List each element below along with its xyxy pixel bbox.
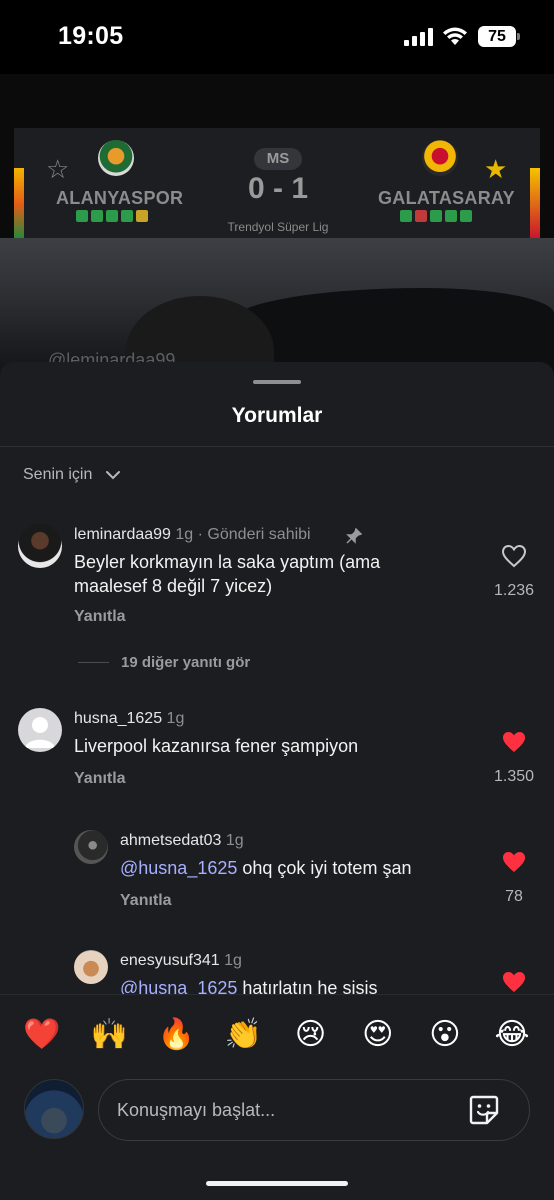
comment-age: 1g (224, 952, 242, 969)
heart-filled-icon[interactable] (501, 850, 527, 874)
avatar[interactable] (74, 830, 108, 864)
wifi-icon (443, 27, 467, 45)
sheet-grabber[interactable] (253, 380, 301, 384)
scoreboard: ☆ ★ MS 0 - 1 ALANYASPOR GALATASARAY Tren… (14, 128, 540, 240)
cellular-signal-icon (404, 28, 433, 46)
comment-age: 1g (166, 710, 185, 727)
view-more-replies-button[interactable]: 19 diğer yanıtı gör (78, 654, 250, 671)
form-win-icon (76, 210, 88, 222)
emoji-reaction-button[interactable]: 🙌 (89, 1015, 129, 1055)
chevron-down-icon (106, 471, 121, 480)
reply-text: @husna_1625 hatırlatın he sisis (120, 976, 470, 994)
reply-text-body: ohq çok iyi totem şan (237, 858, 412, 878)
match-score: 0 - 1 (247, 172, 309, 205)
comment-age: 1g (175, 526, 194, 543)
home-indicator (206, 1181, 348, 1186)
sheet-title: Yorumlar (231, 404, 323, 427)
sheet-divider (0, 446, 554, 447)
away-team-name: GALATASARAY (378, 188, 515, 208)
username-text: husna_1625 (74, 710, 163, 727)
reply-button[interactable]: Yanıtla (74, 770, 126, 788)
mention-link[interactable]: @husna_1625 (120, 978, 237, 994)
battery-icon: 75 (478, 26, 516, 47)
sticker-icon[interactable] (467, 1093, 501, 1127)
form-loss-icon (415, 210, 427, 222)
default-avatar-icon (25, 717, 55, 748)
more-replies-label: 19 diğer yanıtı gör (121, 654, 251, 671)
reply-button[interactable]: Yanıtla (120, 892, 172, 910)
emoji-reaction-button[interactable]: 👏 (223, 1015, 263, 1055)
comment-text: Liverpool kazanırsa fener şampiyon (74, 736, 359, 756)
status-bar: 19:05 75 (0, 0, 554, 74)
home-team-name: ALANYASPOR (56, 188, 184, 208)
emoji-reaction-button[interactable]: ❤️ (22, 1015, 62, 1055)
comment-filter-dropdown[interactable]: Senin için (23, 466, 121, 484)
reply-item: enesyusuf341 1g @husna_1625 hatırlatın h… (0, 948, 554, 994)
like-count: 78 (505, 888, 523, 905)
emoji-reaction-button[interactable]: 😂 (492, 1015, 532, 1055)
replies-line (78, 662, 109, 663)
home-color-stripe (14, 168, 24, 240)
match-status-badge: MS (254, 148, 302, 170)
comment-username[interactable]: leminardaa99 1g · Gönderi sahibi (74, 526, 311, 544)
author-badge: · Gönderi sahibi (197, 526, 311, 543)
form-win-icon (91, 210, 103, 222)
heart-filled-icon[interactable] (501, 970, 527, 994)
reply-item: ahmetsedat03 1g @husna_1625 ohq çok iyi … (0, 828, 554, 918)
video-background[interactable]: ☆ ★ MS 0 - 1 ALANYASPOR GALATASARAY Tren… (0, 74, 554, 374)
like-count: 1.350 (493, 768, 535, 785)
pin-icon (346, 528, 362, 544)
status-time: 19:05 (58, 22, 124, 50)
reply-text-body: hatırlatın he sisis (237, 978, 378, 994)
form-win-icon (121, 210, 133, 222)
comment-input[interactable]: Konuşmayı başlat... (98, 1079, 530, 1141)
username-text: ahmetsedat03 (120, 832, 222, 849)
filter-label: Senin için (23, 466, 93, 483)
reply-username[interactable]: enesyusuf341 1g (120, 952, 242, 970)
emoji-reaction-button[interactable]: 🔥 (156, 1015, 196, 1055)
form-win-icon (445, 210, 457, 222)
mention-link[interactable]: @husna_1625 (120, 858, 237, 878)
form-win-icon (400, 210, 412, 222)
star-outline-icon: ☆ (46, 154, 70, 184)
form-win-icon (460, 210, 472, 222)
league-name: Trendyol Süper Lig (227, 220, 329, 234)
like-count: 1.236 (493, 582, 535, 599)
username-text: leminardaa99 (74, 526, 171, 543)
form-win-icon (106, 210, 118, 222)
reply-username[interactable]: ahmetsedat03 1g (120, 832, 244, 850)
avatar[interactable] (18, 524, 62, 568)
emoji-reaction-button[interactable]: 😮 (425, 1015, 465, 1055)
galatasaray-crest-icon (422, 140, 458, 176)
comment-username[interactable]: husna_1625 1g (74, 710, 184, 728)
avatar[interactable] (74, 950, 108, 984)
emoji-reaction-button[interactable]: 😢 (291, 1015, 331, 1055)
heart-outline-icon[interactable] (501, 544, 527, 568)
current-user-avatar (24, 1079, 84, 1139)
reply-text: @husna_1625 ohq çok iyi totem şan (120, 856, 470, 880)
avatar[interactable] (18, 708, 62, 752)
comment-input-placeholder: Konuşmayı başlat... (117, 1100, 276, 1120)
comment-age: 1g (225, 832, 244, 849)
quick-reactions-bar: ❤️ 🙌 🔥 👏 😢 😍 😮 😂 (0, 1015, 554, 1059)
form-win-icon (430, 210, 442, 222)
away-color-stripe (530, 168, 540, 240)
home-form-row (76, 210, 148, 222)
username-text: enesyusuf341 (120, 952, 220, 969)
composer-panel: ❤️ 🙌 🔥 👏 😢 😍 😮 😂 Konuşmayı başlat... (0, 994, 554, 1200)
emoji-reaction-button[interactable]: 😍 (358, 1015, 398, 1055)
comment-item: husna_1625 1g Liverpool kazanırsa fener … (0, 706, 554, 796)
battery-tip (517, 33, 520, 40)
reply-button[interactable]: Yanıtla (74, 608, 126, 626)
away-form-row (400, 210, 472, 222)
form-draw-icon (136, 210, 148, 222)
heart-filled-icon[interactable] (501, 730, 527, 754)
star-filled-icon: ★ (484, 154, 508, 184)
alanyaspor-crest-icon (98, 140, 134, 176)
comment-text: Beyler korkmayın la saka yaptım (ama maa… (74, 552, 381, 596)
